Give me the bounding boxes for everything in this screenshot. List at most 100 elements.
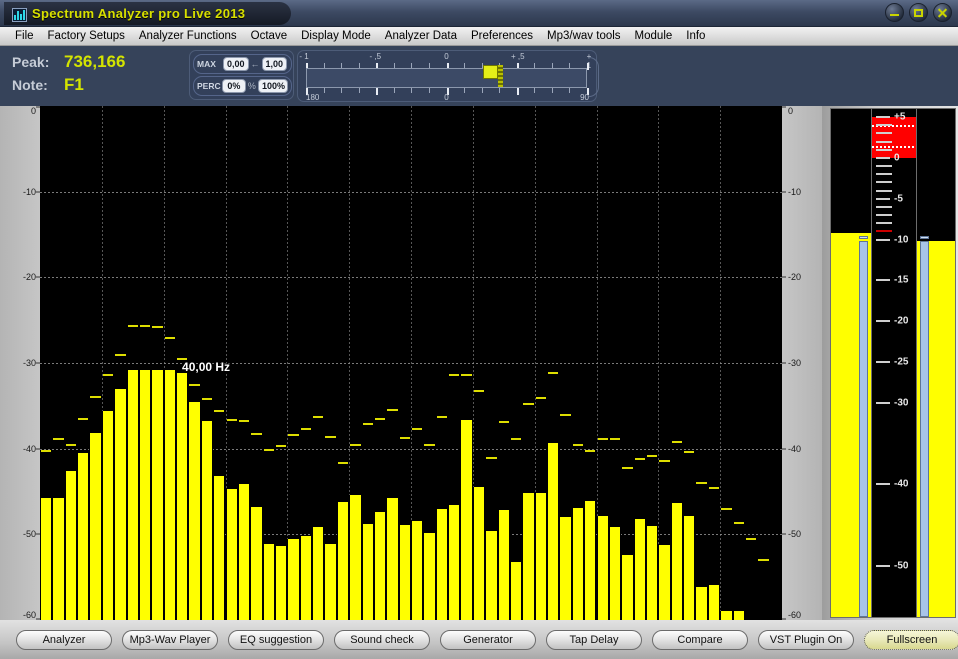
spectrum-bar [374,512,386,620]
perc-row: PERC 0% % 100% [193,76,292,96]
axis-tick-label: -60 [788,610,801,620]
axis-tick-label: 0 [31,106,36,116]
peak-hold-marker [66,444,76,446]
meter-scale-label: -5 [894,193,903,204]
peak-hold-marker [610,438,620,440]
menu-item-mp3-wav-tools[interactable]: Mp3/wav tools [540,29,628,43]
peak-hold-marker [635,458,645,460]
peak-hold-marker [152,326,162,328]
spectrum-bar [621,555,633,620]
meter-scale: +50-5-10-15-20-25-30-40-50 [872,108,916,618]
spectrum-bar [559,517,571,620]
axis-tick-label: -20 [23,272,36,282]
mp3-wav-player-button[interactable]: Mp3-Wav Player [122,630,218,650]
slider-top-label-0: - 1 [299,52,308,61]
perc-percent-symbol: % [246,81,258,91]
max-label: MAX [197,59,223,69]
peak-hold-marker [400,437,410,439]
maximize-button[interactable] [909,3,928,22]
slider-top-scale: - 1- ,50+ ,5+ 1 [304,52,589,63]
analyzer-button[interactable]: Analyzer [16,630,112,650]
spectrum-plot-area[interactable]: 40,00 Hz [40,106,782,620]
peak-hold-marker [78,418,88,420]
spectrum-bar [176,373,188,620]
menu-item-octave[interactable]: Octave [244,29,294,43]
window-title: Spectrum Analyzer pro Live 2013 [32,6,245,21]
spectrum-bar [547,443,559,620]
menu-item-file[interactable]: File [8,29,41,43]
minimize-button[interactable] [885,3,904,22]
peak-hold-marker [189,384,199,386]
slider-bottom-label-0: 180 [306,93,319,102]
peak-hold-marker [598,438,608,440]
menu-item-analyzer-functions[interactable]: Analyzer Functions [132,29,244,43]
vst-plugin-button[interactable]: VST Plugin On [758,630,854,650]
fullscreen-button[interactable]: Fullscreen [864,630,958,650]
app-spectrum-icon [12,8,27,22]
max-arrow-icon: ← [249,59,262,69]
spectrum-bar [226,489,238,620]
peak-hold-marker [264,449,274,451]
peak-hold-marker [474,390,484,392]
spectrum-bar [362,524,374,620]
max-value-field[interactable]: 0,00 [223,57,249,71]
axis-tick-label: -30 [788,358,801,368]
slider-bottom-scale: 180090 [304,93,589,104]
axis-tick-mark [782,107,786,108]
spectrum-bar [201,421,213,620]
meter-scale-minor-tick [876,222,892,224]
peak-hold-marker [449,374,459,376]
peak-hold-marker [313,416,323,418]
spectrum-bar [102,411,114,620]
max-limit-field[interactable]: 1,00 [262,57,288,71]
peak-hold-marker [486,457,496,459]
peak-hold-marker [90,396,100,398]
menu-item-module[interactable]: Module [628,29,680,43]
sound-check-button[interactable]: Sound check [334,630,430,650]
compare-button[interactable]: Compare [652,630,748,650]
spectrum-bar [188,402,200,620]
meter-scale-red-tick [876,132,892,134]
peak-hold-marker [363,423,373,425]
top-control-strip: Peak: 736,166 Note: F1 MAX 0,00 ← 1,00 P… [0,46,958,106]
peak-hold-marker [115,354,125,356]
perc-value-field[interactable]: 0% [222,79,246,93]
tap-delay-button[interactable]: Tap Delay [546,630,642,650]
meter-scale-label: -10 [894,234,908,245]
meter-scale-tick [876,565,890,567]
menu-item-factory-setups[interactable]: Factory Setups [41,29,132,43]
slider-top-label-2: 0 [444,52,448,61]
spectrum-bar [695,587,707,620]
axis-tick-mark [782,191,786,192]
generator-button[interactable]: Generator [440,630,536,650]
note-label: Note: [12,77,64,93]
peak-label: Peak: [12,54,64,70]
spectrum-bar [733,611,745,620]
close-button[interactable] [933,3,952,22]
grid-line-horizontal [40,192,782,193]
spectrum-bar [349,495,361,620]
perc-limit-field[interactable]: 100% [258,79,288,93]
slider-track[interactable] [306,68,587,88]
menu-item-info[interactable]: Info [679,29,712,43]
meter-scale-tick [876,116,890,118]
axis-tick-label: -50 [23,529,36,539]
spectrum-bar [498,510,510,621]
peak-value: 736,166 [64,52,125,72]
spectrum-analyzer-chart[interactable]: 0-10-20-30-40-50-60 40,00 Hz 0-10-20-30-… [0,106,822,620]
meter-scale-label: -40 [894,479,908,490]
spectrum-bar [436,509,448,620]
peak-hold-marker [350,444,360,446]
spectrum-bar [250,507,262,620]
spectrum-bar [658,545,670,620]
menu-item-display-mode[interactable]: Display Mode [294,29,378,43]
slider-thumb[interactable] [483,65,498,79]
spectrum-bar [40,498,52,620]
peak-hold-marker [165,337,175,339]
eq-suggestion-button[interactable]: EQ suggestion [228,630,324,650]
menu-item-analyzer-data[interactable]: Analyzer Data [378,29,464,43]
peak-hold-marker [301,428,311,430]
peak-hold-marker [41,450,51,452]
grid-line-horizontal [40,277,782,278]
menu-item-preferences[interactable]: Preferences [464,29,540,43]
